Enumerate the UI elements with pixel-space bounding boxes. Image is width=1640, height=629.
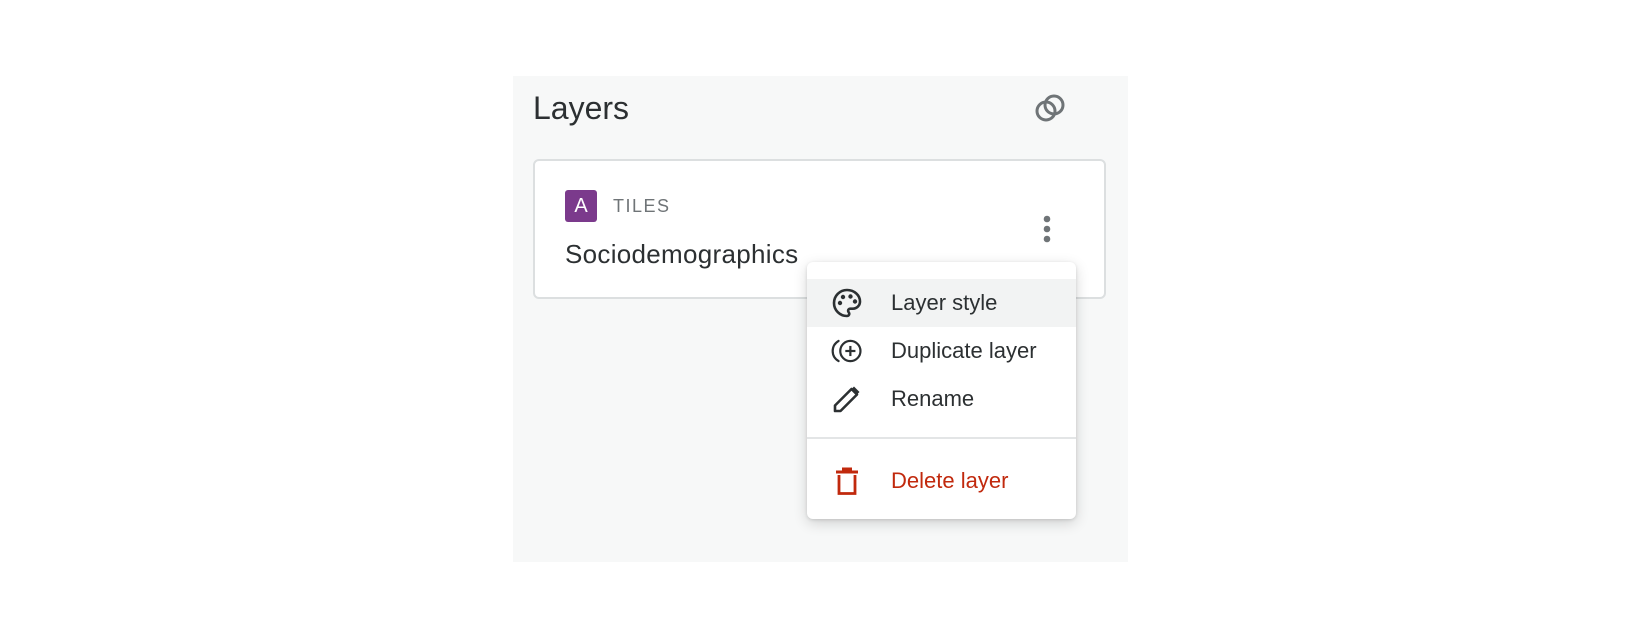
menu-item-delete-layer[interactable]: Delete layer bbox=[807, 457, 1076, 505]
menu-divider bbox=[807, 437, 1076, 439]
layer-type-label: TILES bbox=[613, 196, 671, 216]
more-vert-icon bbox=[1043, 215, 1051, 243]
duplicate-plus-icon bbox=[831, 335, 863, 367]
menu-item-layer-style[interactable]: Layer style bbox=[807, 279, 1076, 327]
pencil-icon bbox=[831, 383, 863, 415]
menu-item-duplicate-layer[interactable]: Duplicate layer bbox=[807, 327, 1076, 375]
layer-badge: A bbox=[565, 190, 597, 222]
overlapping-rings-icon bbox=[1035, 94, 1065, 122]
menu-item-label: Rename bbox=[891, 386, 975, 411]
link-layers-button[interactable] bbox=[1032, 90, 1068, 126]
menu-item-label: Duplicate layer bbox=[891, 338, 1037, 363]
menu-item-label: Delete layer bbox=[891, 468, 1009, 493]
palette-icon bbox=[831, 287, 863, 319]
trash-icon bbox=[831, 465, 863, 497]
panel-title: Layers bbox=[533, 90, 630, 126]
layer-name: Sociodemographics bbox=[565, 239, 799, 269]
layer-options-menu: Layer style Duplicate layer Rename Delet… bbox=[807, 262, 1076, 519]
menu-item-rename[interactable]: Rename bbox=[807, 375, 1076, 423]
layer-options-button[interactable] bbox=[1033, 211, 1061, 247]
menu-item-label: Layer style bbox=[891, 290, 998, 315]
